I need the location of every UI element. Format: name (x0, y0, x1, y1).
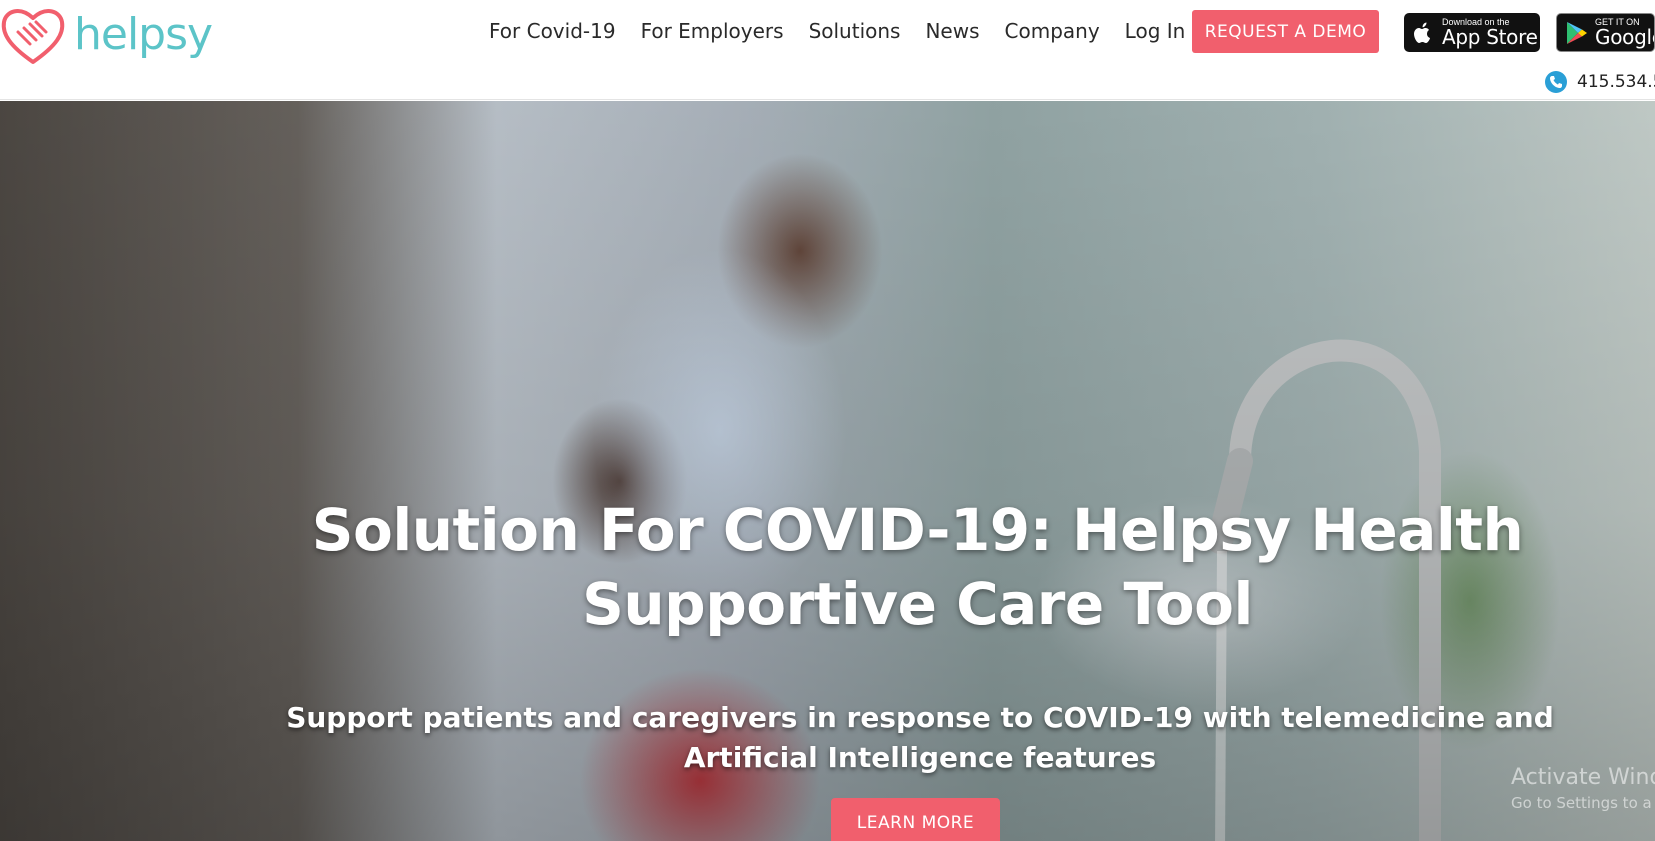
brand-name: helpsy (74, 8, 213, 60)
nav-item-login[interactable]: Log In (1125, 19, 1186, 43)
google-play-icon (1567, 21, 1587, 44)
heart-hands-icon (1, 9, 65, 64)
hero-subtitle: Support patients and caregivers in respo… (286, 701, 1554, 774)
site-header: helpsy For Covid-19 For Employers Soluti… (0, 0, 1655, 100)
watermark-title: Activate Wind (1511, 765, 1655, 790)
nav-item-solutions[interactable]: Solutions (809, 19, 901, 43)
nav-item-company[interactable]: Company (1005, 19, 1100, 43)
phone-number: 415.534.5 (1577, 72, 1655, 92)
google-play-big-text: Google (1595, 25, 1654, 49)
app-store-badge[interactable]: Download on the App Store (1404, 13, 1540, 52)
nav-item-employers[interactable]: For Employers (641, 19, 784, 43)
learn-more-button[interactable]: LEARN MORE (831, 798, 1000, 841)
phone-contact[interactable]: 415.534.5 (1545, 71, 1655, 93)
nav-item-news[interactable]: News (925, 19, 979, 43)
app-store-big-text: App Store (1442, 25, 1538, 49)
windows-activation-watermark: Activate Wind Go to Settings to a (1511, 765, 1655, 812)
hero-title: Solution For COVID-19: Helpsy Health Sup… (311, 496, 1524, 638)
nav-item-covid[interactable]: For Covid-19 (489, 19, 616, 43)
main-nav: For Covid-19 For Employers Solutions New… (489, 14, 1210, 48)
hero-section: Solution For COVID-19: Helpsy Health Sup… (0, 101, 1655, 841)
google-play-badge[interactable]: GET IT ON Google (1556, 13, 1655, 52)
request-demo-button[interactable]: REQUEST A DEMO (1192, 10, 1379, 53)
apple-icon (1414, 22, 1430, 43)
watermark-subtitle: Go to Settings to a (1511, 794, 1652, 812)
logo[interactable]: helpsy (0, 4, 213, 68)
phone-icon (1545, 71, 1567, 93)
